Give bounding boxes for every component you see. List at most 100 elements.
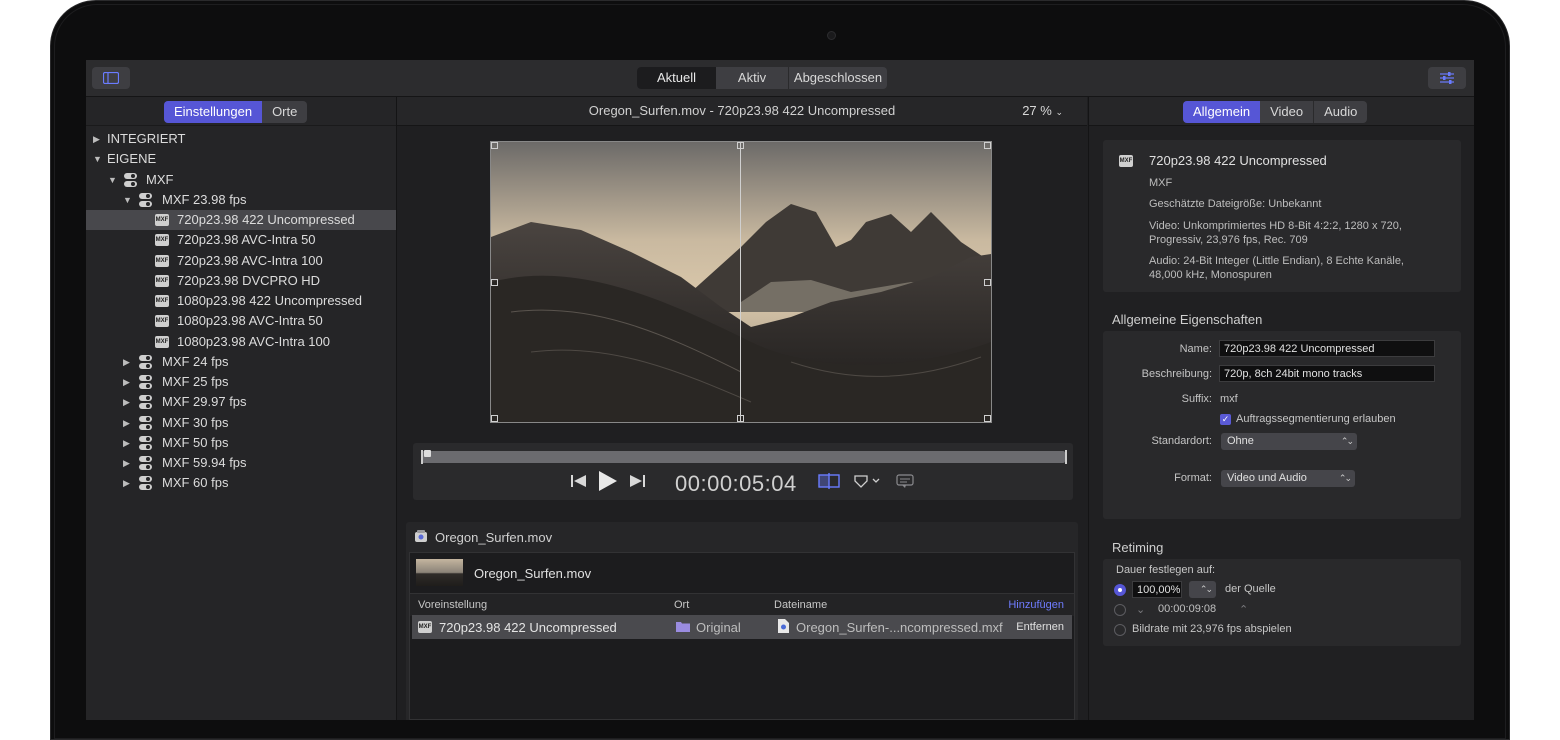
percent-popup[interactable]	[1189, 581, 1216, 598]
preset-group[interactable]: ▼ MXF	[86, 170, 396, 190]
playhead[interactable]	[424, 450, 431, 457]
preset-group-icon	[124, 172, 137, 187]
description-field[interactable]: 720p, 8ch 24bit mono tracks	[1219, 365, 1435, 382]
column-location: Ort	[674, 599, 690, 611]
out-point-marker[interactable]	[1061, 450, 1067, 464]
name-field[interactable]: 720p23.98 422 Uncompressed	[1219, 340, 1435, 357]
tree-item-label: 720p23.98 DVCPRO HD	[177, 272, 321, 288]
marker-icon[interactable]	[854, 474, 882, 488]
mxf-file-icon: MXF	[155, 214, 169, 226]
percent-radio[interactable]	[1114, 584, 1126, 596]
disclosure-open-icon[interactable]: ▼	[93, 149, 102, 169]
preset-item[interactable]: MXF 720p23.98 AVC-Intra 50	[86, 230, 396, 250]
crop-handle[interactable]	[737, 142, 744, 149]
preset-item[interactable]: MXF 720p23.98 DVCPRO HD	[86, 271, 396, 291]
preset-group[interactable]: ▶ MXF 60 fps	[86, 473, 396, 493]
segment-checkbox[interactable]: ✓	[1220, 414, 1231, 425]
inspector-tabs: Allgemein Video Audio	[1183, 101, 1368, 123]
preset-group[interactable]: ▶ MXF 24 fps	[86, 352, 396, 372]
preset-group[interactable]: ▶ MXF 25 fps	[86, 372, 396, 392]
skip-forward-icon[interactable]	[629, 474, 645, 488]
retiming-section-title: Retiming	[1112, 540, 1164, 555]
preset-item[interactable]: MXF 1080p23.98 AVC-Intra 100	[86, 332, 396, 352]
disclosure-closed-icon[interactable]: ▶	[123, 352, 130, 372]
tree-item-label: MXF 25 fps	[162, 374, 229, 389]
preset-item[interactable]: MXF 720p23.98 422 Uncompressed	[86, 210, 396, 230]
sidebar-toggle-button[interactable]	[92, 67, 130, 89]
row-location[interactable]: Original	[696, 620, 741, 635]
disclosure-closed-icon[interactable]: ▶	[123, 433, 130, 453]
preset-group-icon	[139, 456, 152, 470]
column-preset: Voreinstellung	[418, 599, 488, 611]
row-filename[interactable]: Oregon_Surfen-...ncompressed.mxf	[796, 620, 1003, 635]
time-stepper-down-icon[interactable]: ⌄	[1136, 603, 1145, 616]
framerate-radio[interactable]	[1114, 624, 1126, 636]
skip-back-icon[interactable]	[571, 474, 587, 488]
duration-radio[interactable]	[1114, 604, 1126, 616]
preset-group[interactable]: ▶ MXF 59.94 fps	[86, 453, 396, 473]
video-preview	[490, 141, 992, 423]
preset-group[interactable]: ▶ MXF 29.97 fps	[86, 392, 396, 412]
tab-orte[interactable]: Orte	[262, 101, 307, 123]
crop-handle[interactable]	[491, 142, 498, 149]
mxf-file-icon: MXF	[155, 335, 169, 348]
captions-icon[interactable]	[896, 474, 914, 488]
crop-handle[interactable]	[984, 415, 991, 422]
disclosure-open-icon[interactable]: ▼	[108, 170, 117, 190]
row-preset: 720p23.98 422 Uncompressed	[439, 620, 617, 635]
preset-item[interactable]: MXF 1080p23.98 AVC-Intra 50	[86, 311, 396, 331]
crop-handle[interactable]	[984, 279, 991, 286]
tab-aktuell[interactable]: Aktuell	[637, 67, 716, 89]
disclosure-closed-icon[interactable]: ▶	[123, 372, 130, 392]
preset-group[interactable]: ▶ MXF 30 fps	[86, 413, 396, 433]
tree-section[interactable]: ▶ INTEGRIERT	[86, 129, 396, 149]
zoom-popup[interactable]: 27 % ⌄	[1022, 97, 1063, 126]
duration-time-value[interactable]: 00:00:09:08	[1158, 603, 1216, 615]
tab-audio[interactable]: Audio	[1313, 101, 1367, 123]
tree-item-label: INTEGRIERT	[107, 131, 186, 146]
description-label: Beschreibung:	[1141, 368, 1212, 380]
disclosure-closed-icon[interactable]: ▶	[123, 453, 130, 473]
percent-field[interactable]: 100,00%	[1132, 581, 1182, 598]
scrubber-bar[interactable]	[421, 451, 1065, 463]
tab-abgeschlossen[interactable]: Abgeschlossen	[788, 67, 887, 89]
remove-preset-button[interactable]: Entfernen	[1016, 621, 1064, 633]
disclosure-closed-icon[interactable]: ▶	[123, 413, 130, 433]
preset-item[interactable]: MXF 720p23.98 AVC-Intra 100	[86, 251, 396, 271]
tab-allgemein[interactable]: Allgemein	[1183, 101, 1261, 123]
time-stepper-up-icon[interactable]: ⌃	[1239, 603, 1248, 616]
location-popup[interactable]: Ohne	[1221, 433, 1357, 450]
preset-item[interactable]: MXF 1080p23.98 422 Uncompressed	[86, 291, 396, 311]
crop-handle[interactable]	[737, 415, 744, 422]
disclosure-open-icon[interactable]: ▼	[123, 190, 132, 210]
split-view-icon[interactable]	[818, 473, 840, 489]
crop-handle[interactable]	[491, 279, 498, 286]
tree-item-label: 1080p23.98 AVC-Intra 100	[177, 333, 330, 349]
tree-section[interactable]: ▼ EIGENE	[86, 149, 396, 169]
crop-handle[interactable]	[984, 142, 991, 149]
format-popup[interactable]: Video und Audio	[1221, 470, 1355, 487]
disclosure-closed-icon[interactable]: ▶	[123, 392, 130, 412]
suffix-label: Suffix:	[1181, 393, 1212, 405]
format-label: Format:	[1174, 472, 1212, 484]
preset-group[interactable]: ▶ MXF 50 fps	[86, 433, 396, 453]
crop-handle[interactable]	[491, 415, 498, 422]
preset-group[interactable]: ▼ MXF 23.98 fps	[86, 190, 396, 210]
sidebar-header: Einstellungen Orte	[86, 97, 396, 126]
tab-einstellungen[interactable]: Einstellungen	[164, 101, 263, 123]
tab-aktiv[interactable]: Aktiv	[716, 67, 788, 89]
tab-video[interactable]: Video	[1260, 101, 1313, 123]
disclosure-closed-icon[interactable]: ▶	[93, 129, 100, 149]
of-source-label: der Quelle	[1225, 583, 1276, 595]
retiming-card: Dauer festlegen auf: 100,00% der Quelle …	[1103, 559, 1461, 646]
summary-audio-line1: Audio: 24-Bit Integer (Little Endian), 8…	[1149, 255, 1404, 267]
split-line[interactable]	[740, 142, 741, 422]
summary-title: 720p23.98 422 Uncompressed	[1149, 153, 1327, 168]
inspector-toggle-button[interactable]	[1428, 67, 1466, 89]
add-preset-button[interactable]: Hinzufügen	[1008, 599, 1064, 611]
table-row[interactable]: MXF 720p23.98 422 Uncompressed Original …	[412, 615, 1072, 639]
suffix-value: mxf	[1220, 393, 1238, 405]
mxf-file-icon: MXF	[155, 315, 169, 328]
disclosure-closed-icon[interactable]: ▶	[123, 473, 130, 493]
play-icon[interactable]	[599, 471, 617, 491]
